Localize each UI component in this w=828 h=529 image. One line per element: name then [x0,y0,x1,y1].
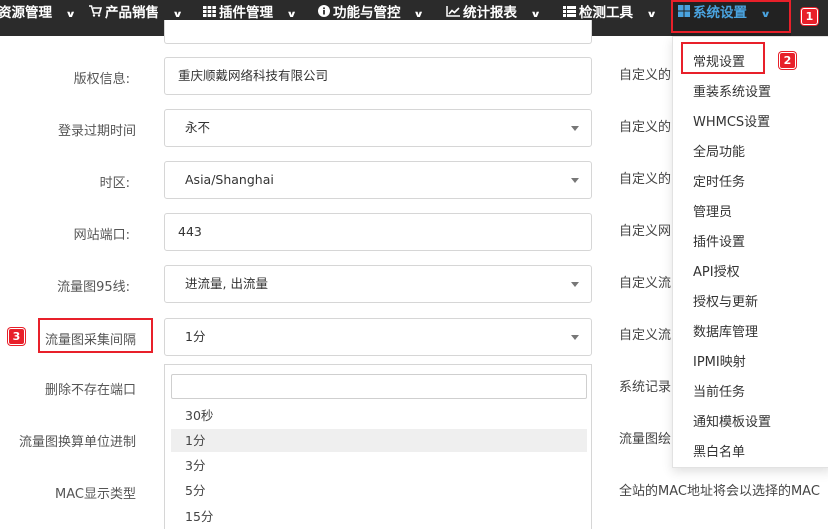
nav-label: 资源管理 [0,5,52,21]
traffic95-select[interactable]: 进流量, 出流量 [164,265,592,303]
chevron-down-icon: ∨ [645,10,657,20]
menu-api-authorization[interactable]: API授权 [693,261,740,280]
interval-option[interactable]: 30秒 [171,404,587,427]
nav-resource-management[interactable]: 资源管理 ∨ [0,0,76,36]
help-text: 全站的MAC地址将会以选择的MAC [619,484,820,499]
callout-badge-2: 2 [779,52,796,69]
menu-global-features[interactable]: 全局功能 [693,141,745,160]
interval-option-selected[interactable]: 1分 [171,429,587,452]
traffic95-label: 流量图95线: [57,280,130,295]
menu-scheduled-tasks[interactable]: 定时任务 [693,171,745,190]
field-partial-top[interactable] [164,20,592,44]
callout-box-1 [671,0,791,33]
menu-reinstall-settings[interactable]: 重装系统设置 [693,81,771,100]
timezone-value: Asia/Shanghai [185,172,274,187]
menu-database-management[interactable]: 数据库管理 [693,321,758,340]
menu-plugin-settings[interactable]: 插件设置 [693,231,745,250]
menu-administrators[interactable]: 管理员 [693,201,732,220]
callout-box-2 [681,42,765,74]
help-text: 自定义流 [619,328,672,343]
menu-whmcs-settings[interactable]: WHMCS设置 [693,111,770,130]
copyright-label: 版权信息: [73,72,130,87]
help-text: 自定义的 [619,68,672,83]
traffic-unit-label: 流量图换算单位进制 [18,435,136,450]
nav-label: 插件管理 [219,5,273,21]
nav-label: 检测工具 [579,5,633,21]
callout-box-3 [38,318,153,353]
copyright-input[interactable]: 重庆顺戴网络科技有限公司 [164,57,592,95]
callout-badge-1: 1 [801,8,818,25]
site-port-label: 网站端口: [73,228,130,243]
nav-label: 产品销售 [105,5,159,21]
help-text: 自定义的 [619,172,672,187]
timezone-select[interactable]: Asia/Shanghai [164,161,592,199]
site-port-input[interactable]: 443 [164,213,592,251]
traffic-interval-value: 1分 [185,329,206,344]
help-text: 流量图绘 [619,432,672,447]
menu-current-tasks[interactable]: 当前任务 [693,381,745,400]
nav-label: 统计报表 [463,5,517,21]
interval-option[interactable]: 5分 [171,479,587,502]
login-expire-value: 永不 [185,120,211,135]
menu-license-update[interactable]: 授权与更新 [693,291,758,310]
mac-type-label: MAC显示类型 [55,487,136,502]
nav-label: 功能与管控 [333,5,401,21]
menu-ipmi-mapping[interactable]: IPMI映射 [693,351,746,370]
login-expire-select[interactable]: 永不 [164,109,592,147]
callout-badge-3: 3 [8,328,25,345]
help-text: 系统记录 [619,380,672,395]
copyright-value: 重庆顺戴网络科技有限公司 [178,68,329,83]
site-port-value: 443 [178,224,202,239]
traffic95-value: 进流量, 出流量 [185,276,268,291]
interval-option[interactable]: 3分 [171,454,587,477]
login-expire-label: 登录过期时间 [57,124,136,139]
menu-notification-templates[interactable]: 通知模板设置 [693,411,771,430]
options-search-input[interactable] [171,374,587,399]
chevron-down-icon: ∨ [64,10,76,20]
traffic-interval-select[interactable]: 1分 [164,318,592,356]
help-text: 自定义的 [619,120,672,135]
delete-port-label: 删除不存在端口 [44,383,136,398]
cart-icon [89,0,103,26]
help-text: 自定义流 [619,276,672,291]
menu-black-white-list[interactable]: 黑白名单 [693,441,745,460]
help-text: 自定义网 [619,224,672,239]
app-window: 资源管理 ∨ 产品销售 ∨ 插件管理 ∨ 功能与管控 ∨ 统计报表 ∨ 检测工具… [0,0,828,529]
system-settings-menu: 常规设置 重装系统设置 WHMCS设置 全局功能 定时任务 管理员 插件设置 A… [672,36,828,468]
timezone-label: 时区: [99,176,130,191]
interval-options-dropdown: 30秒 1分 3分 5分 15分 [164,364,592,529]
interval-option[interactable]: 15分 [171,505,587,528]
